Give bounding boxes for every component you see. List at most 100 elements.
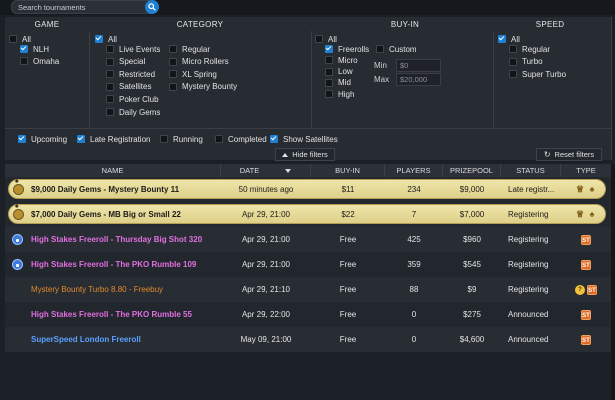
category-regular-checkbox[interactable]: Regular <box>169 44 210 54</box>
checkbox-label: Low <box>338 67 353 77</box>
table-row[interactable]: SuperSpeed London Freeroll May 09, 21:00 F… <box>5 327 611 352</box>
cell-buyin: Free <box>339 310 357 319</box>
speed-all-checkbox[interactable]: All <box>498 34 520 44</box>
status-upcoming-checkbox[interactable]: Upcoming <box>18 134 67 144</box>
col-players-label: PLAYERS <box>396 166 431 175</box>
cell-prizepool: $7,000 <box>459 210 485 219</box>
cell-name: Mystery Bounty Turbo 8.80 - Freebuy <box>31 285 164 294</box>
col-type[interactable]: TYPE <box>561 164 611 177</box>
col-status[interactable]: STATUS <box>501 164 561 177</box>
cell-status: Late registr... <box>508 185 555 194</box>
col-date[interactable]: DATE <box>221 164 311 177</box>
category-daily-gems-checkbox[interactable]: Daily Gems <box>106 107 160 117</box>
category-micro-rollers-checkbox[interactable]: Micro Rollers <box>169 57 229 67</box>
buyin-high-checkbox[interactable]: High <box>325 89 354 99</box>
cell-name: $7,000 Daily Gems - MB Big or Small 22 <box>31 210 181 219</box>
cell-name: High Stakes Freeroll - The PKO Rumble 55 <box>31 310 192 319</box>
cell-date: Apr 29, 21:00 <box>241 260 291 269</box>
category-poker-club-checkbox[interactable]: Poker Club <box>106 94 159 104</box>
top-bar <box>0 0 615 15</box>
lock-icon <box>12 234 23 245</box>
speed-super-turbo-checkbox[interactable]: Super Turbo <box>509 69 566 79</box>
max-input[interactable]: $20,000 <box>396 73 441 86</box>
cell-players: 425 <box>407 235 421 244</box>
checkbox-label: Freerolls <box>338 44 370 54</box>
table-row[interactable]: High Stakes Freeroll - The PKO Rumble 10… <box>5 252 611 277</box>
checkbox-icon <box>106 108 114 116</box>
checkbox-icon <box>509 57 517 66</box>
sort-desc-icon <box>285 169 292 174</box>
col-players[interactable]: PLAYERS <box>385 164 443 177</box>
game-all-checkbox[interactable]: All <box>9 34 31 44</box>
divider <box>89 31 90 129</box>
game-header: GAME <box>34 20 60 29</box>
buyin-mid-checkbox[interactable]: Mid <box>325 78 351 88</box>
category-xl-spring-checkbox[interactable]: XL Spring <box>169 69 217 79</box>
hide-filters-button[interactable]: Hide filters <box>275 148 335 161</box>
buyin-custom-checkbox[interactable]: Custom <box>376 44 417 54</box>
status-late-registration-checkbox[interactable]: Late Registration <box>77 134 150 144</box>
reset-filters-label: Reset filters <box>554 150 595 159</box>
checkbox-label: Late Registration <box>90 134 151 144</box>
category-mystery-bounty-checkbox[interactable]: Mystery Bounty <box>169 82 237 92</box>
cell-name: $9,000 Daily Gems - Mystery Bounty 11 <box>31 185 180 194</box>
table-row[interactable]: Mystery Bounty Turbo 8.80 - Freebuy Apr 2… <box>5 277 611 302</box>
search-box[interactable] <box>11 0 159 14</box>
table-row[interactable]: High Stakes Freeroll - Thursday Big Shot… <box>5 227 611 252</box>
cell-prizepool: $4,600 <box>459 335 485 344</box>
category-satellites-checkbox[interactable]: Satellites <box>106 82 151 92</box>
checkbox-icon <box>325 78 333 87</box>
status-show-satellites-checkbox[interactable]: Show Satellites <box>270 134 338 144</box>
cell-name: High Stakes Freeroll - The PKO Rumble 10… <box>31 260 197 269</box>
checkbox-icon <box>106 70 114 79</box>
search-button[interactable] <box>145 0 159 14</box>
table-row[interactable]: High Stakes Freeroll - The PKO Rumble 55… <box>5 302 611 327</box>
checkbox-icon <box>325 90 333 99</box>
buyin-all-checkbox[interactable]: All <box>315 34 337 44</box>
category-live-events-checkbox[interactable]: Live Events <box>106 44 160 54</box>
scrollbar[interactable] <box>611 164 615 400</box>
table-row[interactable]: $9,000 Daily Gems - Mystery Bounty 11 50 … <box>5 177 611 202</box>
buyin-freerolls-checkbox[interactable]: Freerolls <box>325 44 369 54</box>
speed-regular-checkbox[interactable]: Regular <box>509 44 550 54</box>
min-input[interactable]: $0 <box>396 59 441 72</box>
col-buyin[interactable]: BUY-IN <box>311 164 385 177</box>
divider <box>493 31 494 129</box>
checkbox-label: Upcoming <box>31 134 68 144</box>
category-all-checkbox[interactable]: All <box>95 34 117 44</box>
spade-circle-icon <box>13 203 24 220</box>
cell-buyin: Free <box>339 235 357 244</box>
checkbox-label: Turbo <box>522 57 543 67</box>
col-prizepool[interactable]: PRIZEPOOL <box>443 164 501 177</box>
cell-status: Announced <box>508 310 549 319</box>
checkbox-label: Poker Club <box>119 94 159 104</box>
search-input[interactable] <box>18 1 136 13</box>
max-field[interactable]: Max $20,000 <box>374 73 441 86</box>
col-name[interactable]: NAME <box>5 164 221 177</box>
game-omaha-checkbox[interactable]: Omaha <box>20 56 59 66</box>
trophy-icon: ♕ <box>575 184 585 194</box>
cell-players: 359 <box>407 260 421 269</box>
cell-buyin: Free <box>339 260 357 269</box>
min-label: Min <box>374 61 387 70</box>
category-header: CATEGORY <box>176 20 224 29</box>
checkbox-label: XL Spring <box>182 69 217 79</box>
cell-status: Registering <box>508 235 549 244</box>
reset-filters-button[interactable]: ↻ Reset filters <box>536 148 602 161</box>
cell-buyin: Free <box>339 335 357 344</box>
category-special-checkbox[interactable]: Special <box>106 57 145 67</box>
filters-panel: GAME CATEGORY BUY-IN SPEED All NLH Omaha A… <box>5 17 612 160</box>
game-nlh-checkbox[interactable]: NLH <box>20 44 49 54</box>
speed-turbo-checkbox[interactable]: Turbo <box>509 57 543 67</box>
checkbox-icon <box>106 45 114 53</box>
table-row[interactable]: $7,000 Daily Gems - MB Big or Small 22 Ap… <box>5 202 611 227</box>
max-label: Max <box>374 75 390 84</box>
cell-prizepool: $9,000 <box>459 185 485 194</box>
status-completed-checkbox[interactable]: Completed <box>215 134 267 144</box>
category-restricted-checkbox[interactable]: Restricted <box>106 69 155 79</box>
buyin-micro-checkbox[interactable]: Micro <box>325 55 358 65</box>
buyin-low-checkbox[interactable]: Low <box>325 67 353 77</box>
status-running-checkbox[interactable]: Running <box>160 134 203 144</box>
checkbox-checked-icon <box>498 35 506 43</box>
min-field[interactable]: Min $0 <box>374 59 441 72</box>
